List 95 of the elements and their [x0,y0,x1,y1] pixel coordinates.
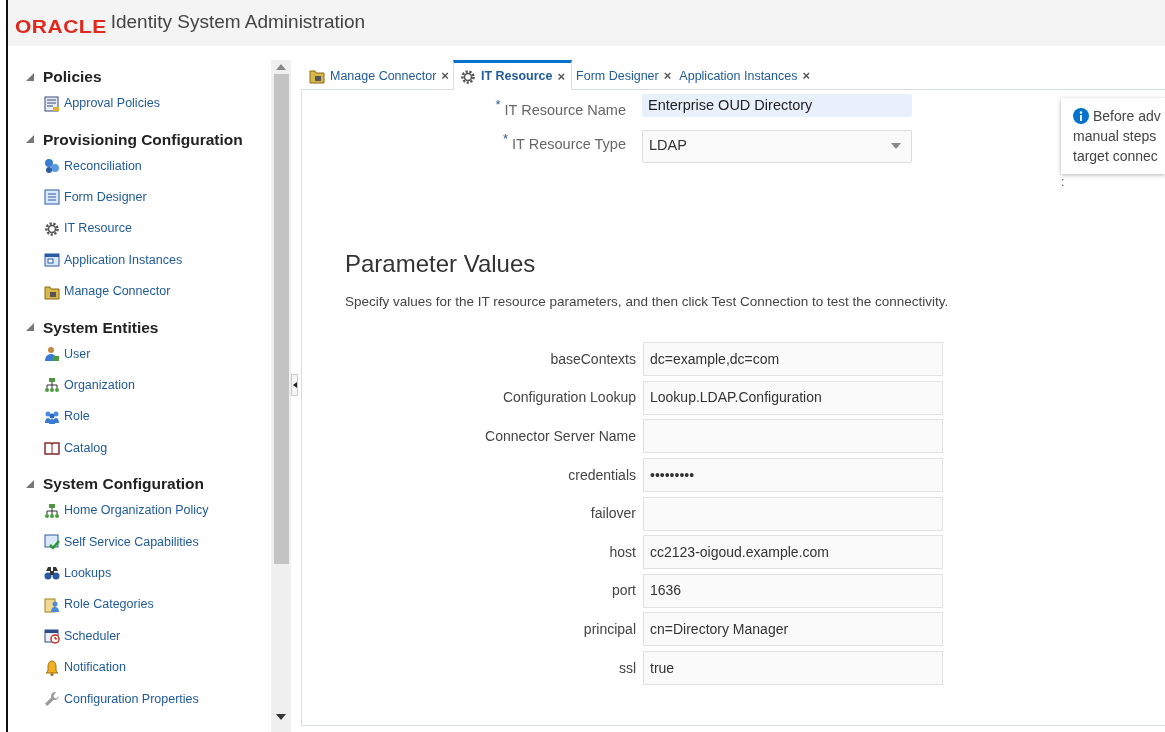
caret-icon [891,143,901,150]
form-icon [44,189,60,206]
cubes-icon [44,158,60,175]
section-title[interactable]: Provisioning Configuration [43,127,243,151]
input-field[interactable] [643,496,943,531]
info-text: manual steps [1073,127,1158,146]
scroll-thumb[interactable] [273,74,289,564]
sidebar-link[interactable]: User [64,344,91,364]
field-label: host [608,542,636,562]
book-icon [44,440,60,457]
sidebar-link[interactable]: Form Designer [64,188,147,207]
sidebar-link[interactable]: Manage Connector [64,282,171,301]
user-icon [44,346,60,363]
close-tab-button[interactable]: × [441,66,449,86]
sidebar-link[interactable]: Reconciliation [64,156,142,176]
tab[interactable]: Application Instances × [675,63,815,89]
checked-form-icon [44,534,60,550]
type-dropdown[interactable]: LDAP [642,129,912,163]
bell-icon [44,659,60,676]
tab[interactable]: Manage Connector × [305,63,453,89]
tab-label: IT Resource [480,68,553,86]
sidebar-link[interactable]: Role [64,407,90,427]
name-field[interactable]: Enterprise OUD Directory [642,94,912,117]
folder-people-icon [44,596,60,613]
field-label: failover [589,504,636,524]
input-field[interactable]: dc=example,dc=com [643,342,943,377]
tab[interactable]: IT Resource × [452,60,573,90]
wrench-icon [44,690,60,707]
field-label: principal [582,619,636,639]
tab-label: Application Instances [679,67,798,85]
input-field[interactable]: ••••••••• [643,458,943,493]
collapse-icon[interactable] [25,72,35,82]
calendar-clock-icon [44,628,60,645]
hierarchy-icon [44,377,60,394]
separator-mark: : [1061,176,1066,188]
section-heading: Parameter Values [345,249,537,279]
collapse-icon[interactable] [25,322,35,333]
required-mark: * [503,131,509,145]
input-field[interactable] [643,419,943,454]
close-tab-button[interactable]: × [663,66,672,86]
sidebar-link[interactable]: Self Service Capabilities [64,532,199,552]
collapse-icon[interactable] [25,134,35,145]
scroll-up-icon[interactable] [276,64,286,70]
close-tab-button[interactable]: × [802,66,811,86]
sidebar-link[interactable]: Home Organization Policy [64,501,209,520]
field-label: ssl [617,658,636,678]
input-field[interactable]: cn=Directory Manager [643,612,943,647]
left-arrow-icon [292,382,297,388]
sidebar-link[interactable]: Organization [64,376,135,395]
sidebar-link[interactable]: Application Instances [64,250,183,270]
hierarchy-icon [44,502,60,519]
sidebar-link[interactable]: IT Resource [64,219,132,239]
info-text: Before adv [1093,107,1161,126]
folder-icon [44,283,60,300]
sidebar-link[interactable]: Scheduler [64,626,121,646]
section-title[interactable]: System Configuration [43,472,205,496]
document-icon [44,95,60,112]
scrollbar[interactable] [271,60,291,732]
field-label: IT Resource Name [504,101,626,120]
collapse-icon[interactable] [25,478,35,489]
section-title[interactable]: System Entities [43,315,159,339]
scroll-down-icon[interactable] [276,714,286,720]
input-field[interactable]: 1636 [643,573,943,608]
gear-icon [44,220,60,237]
close-tab-button[interactable]: × [557,66,566,87]
field-label: port [610,581,636,601]
tab-label: Form Designer [576,67,659,85]
info-icon [1073,108,1089,124]
input-field[interactable]: Lookup.LDAP.Configuration [643,380,943,415]
collapse-handle[interactable] [291,374,298,396]
folder-icon [309,68,325,84]
binoculars-icon [44,565,60,582]
tab[interactable]: Form Designer × [572,63,676,89]
section-title[interactable]: Policies [43,65,102,89]
field-label: Connector Server Name [484,426,636,446]
field-label: Configuration Lookup [501,388,636,408]
sidebar-link[interactable]: Lookups [64,564,112,583]
input-field[interactable]: true [643,651,943,685]
sidebar-link[interactable]: Catalog [64,438,108,458]
sidebar-link[interactable]: Notification [64,658,126,677]
sidebar-link[interactable]: Configuration Properties [64,689,199,709]
tab-label: Manage Connector [330,67,437,85]
gear-icon [459,68,476,85]
logo: ORACLE [15,17,107,35]
field-label: credentials [567,465,636,485]
field-label: IT Resource Type [512,134,626,154]
required-mark: * [495,98,501,111]
sidebar-link[interactable]: Role Categories [64,595,154,615]
sidebar-link[interactable]: Approval Policies [64,94,160,114]
window-icon [44,252,60,269]
section-description: Specify values for the IT resource parameters, and then click Test Connection to test the connectivity. [345,293,950,311]
app-title: Identity System Administration [110,11,366,31]
field-label: baseContexts [549,349,636,369]
info-text: target connec [1073,147,1159,166]
input-field[interactable]: cc2123-oigoud.example.com [643,535,943,570]
